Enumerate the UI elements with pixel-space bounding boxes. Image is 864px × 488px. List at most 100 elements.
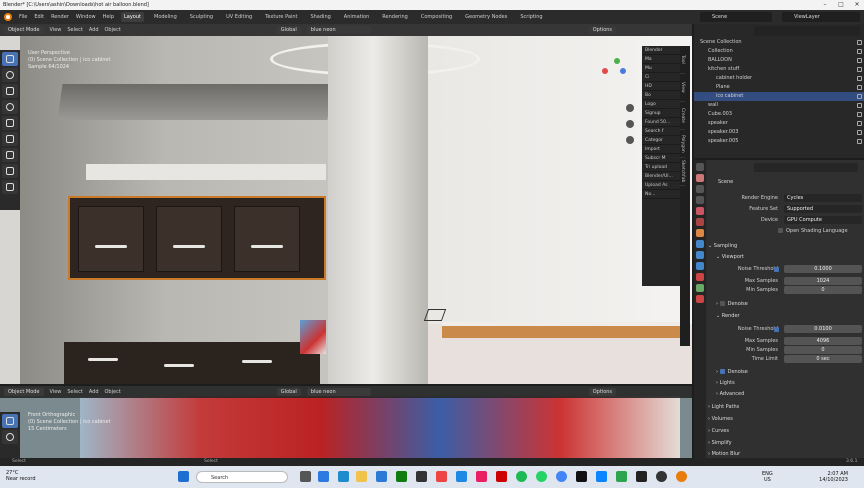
- np-signup-button[interactable]: Signup: [642, 109, 680, 118]
- menu-file[interactable]: File: [19, 14, 27, 20]
- outliner-search-input[interactable]: [754, 26, 860, 36]
- vp-denoise-header[interactable]: › Denoise: [708, 300, 858, 309]
- view-layer-selector[interactable]: ViewLayer: [782, 12, 860, 22]
- close-icon[interactable]: ✕: [850, 0, 864, 10]
- menu-view[interactable]: View: [50, 27, 62, 33]
- noise-threshold-checkbox[interactable]: [774, 267, 779, 272]
- scale-tool-icon[interactable]: [2, 116, 18, 130]
- properties-search-input[interactable]: [754, 163, 858, 172]
- tab-texture-paint[interactable]: Texture Paint: [262, 12, 300, 22]
- viewport-search-field[interactable]: blue neon: [306, 26, 371, 34]
- blender-taskbar-icon[interactable]: [676, 471, 687, 482]
- volumes-header[interactable]: › Volumes: [708, 415, 858, 424]
- tab-polygon[interactable]: Polygon: [680, 130, 685, 158]
- view-layer-props-icon[interactable]: [696, 196, 704, 204]
- orientation-dropdown[interactable]: Global: [276, 388, 301, 396]
- np-subscription[interactable]: Subscr M: [642, 154, 680, 163]
- visibility-icon[interactable]: [857, 76, 862, 81]
- device-dropdown[interactable]: GPU Compute: [784, 216, 862, 224]
- app-icon[interactable]: [436, 471, 447, 482]
- outliner-row[interactable]: speaker.003: [694, 128, 864, 137]
- render-subpanel-header[interactable]: ⌄ Render: [708, 312, 858, 321]
- sampling-panel-header[interactable]: ⌄ Sampling: [708, 242, 858, 251]
- select-box-tool-icon[interactable]: [2, 52, 18, 66]
- outliner-row[interactable]: Collection: [694, 47, 864, 56]
- app-icon[interactable]: [596, 471, 607, 482]
- tab-sculpting[interactable]: Sculpting: [187, 12, 216, 22]
- pan-hand-icon[interactable]: [626, 120, 634, 128]
- menu-window[interactable]: Window: [76, 14, 96, 20]
- simplify-header[interactable]: › Simplify: [708, 439, 858, 448]
- task-view-icon[interactable]: [300, 471, 311, 482]
- minimize-icon[interactable]: –: [818, 0, 832, 10]
- blender-logo-icon[interactable]: [4, 13, 12, 21]
- outliner-row[interactable]: BALLOON: [694, 56, 864, 65]
- tab-modeling[interactable]: Modeling: [151, 12, 180, 22]
- visibility-icon[interactable]: [857, 49, 862, 54]
- visibility-icon[interactable]: [857, 67, 862, 72]
- clock[interactable]: 2:07 AM 14/10/2023: [808, 471, 848, 483]
- osl-checkbox[interactable]: Open Shading Language: [778, 227, 848, 236]
- r-max-samples-field[interactable]: 4096: [784, 337, 862, 345]
- np-item[interactable]: HD: [642, 82, 680, 91]
- r-noise-threshold-field[interactable]: 0.0100: [784, 325, 862, 333]
- scene-selector[interactable]: Scene: [700, 12, 772, 22]
- outliner-row[interactable]: Scene Collection: [694, 38, 864, 47]
- np-item[interactable]: Ci: [642, 73, 680, 82]
- visibility-icon[interactable]: [857, 139, 862, 144]
- menu-object[interactable]: Object: [105, 27, 121, 33]
- np-categories[interactable]: Categor: [642, 136, 680, 145]
- xbox-icon[interactable]: [396, 471, 407, 482]
- menu-help[interactable]: Help: [103, 14, 114, 20]
- maximize-icon[interactable]: □: [834, 0, 848, 10]
- mode-dropdown[interactable]: Object Mode: [4, 26, 44, 34]
- render-props-icon[interactable]: [696, 174, 704, 182]
- visibility-icon[interactable]: [857, 112, 862, 117]
- whatsapp-icon[interactable]: [536, 471, 547, 482]
- start-icon[interactable]: [178, 471, 189, 482]
- spotify-icon[interactable]: [516, 471, 527, 482]
- outliner-row[interactable]: kitchen stuff: [694, 65, 864, 74]
- options-button[interactable]: Options: [588, 388, 617, 396]
- constraints-props-icon[interactable]: [696, 273, 704, 281]
- tab-geometry-nodes[interactable]: Geometry Nodes: [462, 12, 510, 22]
- measure-tool-icon[interactable]: [2, 164, 18, 178]
- object-props-icon[interactable]: [696, 229, 704, 237]
- outliner-row[interactable]: ico cabinet: [694, 92, 864, 101]
- gizmo-x-icon[interactable]: [602, 68, 608, 74]
- lights-header[interactable]: › Lights: [708, 379, 858, 388]
- cursor-tool-icon[interactable]: [2, 68, 18, 82]
- tab-compositing[interactable]: Compositing: [418, 12, 455, 22]
- tab-shading[interactable]: Shading: [307, 12, 333, 22]
- select-box-tool-icon[interactable]: [2, 414, 18, 428]
- r-denoise-header[interactable]: › Denoise: [708, 368, 858, 377]
- mode-dropdown[interactable]: Object Mode: [4, 388, 44, 396]
- instagram-icon[interactable]: [476, 471, 487, 482]
- menu-view[interactable]: View: [50, 389, 62, 395]
- store-icon[interactable]: [376, 471, 387, 482]
- menu-add[interactable]: Add: [89, 27, 99, 33]
- move-tool-icon[interactable]: [2, 84, 18, 98]
- output-props-icon[interactable]: [696, 185, 704, 193]
- 3d-viewport-top[interactable]: Object Mode View Select Add Object Globa…: [0, 24, 692, 384]
- viewport-search-field[interactable]: blue neon: [306, 388, 371, 396]
- visibility-icon[interactable]: [857, 103, 862, 108]
- vp-max-samples-field[interactable]: 1024: [784, 277, 862, 285]
- feature-set-dropdown[interactable]: Supported: [784, 205, 862, 213]
- visibility-icon[interactable]: [857, 58, 862, 63]
- vp-noise-threshold-field[interactable]: 0.1000: [784, 265, 862, 273]
- app-icon[interactable]: [416, 471, 427, 482]
- menu-add[interactable]: Add: [89, 389, 99, 395]
- noise-threshold-checkbox[interactable]: [774, 327, 779, 332]
- media-icon[interactable]: [656, 471, 667, 482]
- menu-render[interactable]: Render: [51, 14, 69, 20]
- menu-object[interactable]: Object: [105, 389, 121, 395]
- np-search[interactable]: Search f: [642, 127, 680, 136]
- np-item[interactable]: Bo: [642, 91, 680, 100]
- visibility-icon[interactable]: [857, 121, 862, 126]
- youtube-icon[interactable]: [496, 471, 507, 482]
- camera-view-icon[interactable]: [626, 136, 634, 144]
- np-upload-as[interactable]: Upload As: [642, 181, 680, 190]
- viewport-subpanel-header[interactable]: ⌄ Viewport: [708, 253, 858, 262]
- data-props-icon[interactable]: [696, 284, 704, 292]
